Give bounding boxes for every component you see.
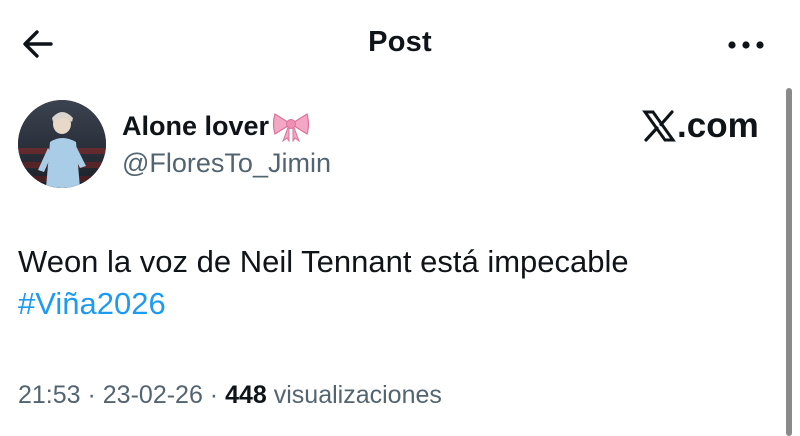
tweet-body: Weon la voz de Neil Tennant está impecab… — [18, 244, 629, 279]
hashtag-link[interactable]: #Viña2026 — [18, 286, 166, 321]
tweet-meta: 21:53 · 23-02-26 · 448 visualizaciones — [18, 381, 442, 410]
x-com-branding: .com — [642, 106, 759, 146]
more-options-button[interactable] — [722, 30, 770, 60]
x-logo-icon — [642, 110, 676, 142]
tweet-date[interactable]: 23-02-26 — [103, 381, 203, 409]
author-handle[interactable]: @FloresTo_Jimin — [122, 148, 331, 179]
ribbon-bow-icon — [271, 110, 311, 143]
views-label: visualizaciones — [273, 381, 442, 409]
page-title: Post — [368, 26, 432, 58]
more-horizontal-icon — [728, 41, 764, 49]
views-count: 448 — [225, 381, 267, 409]
avatar-photo — [18, 100, 106, 188]
x-com-text: .com — [677, 106, 759, 145]
scrollbar[interactable] — [786, 88, 792, 436]
tweet-time[interactable]: 21:53 — [18, 381, 81, 409]
meta-separator: · — [202, 381, 226, 409]
avatar[interactable] — [18, 100, 106, 188]
tweet-text: Weon la voz de Neil Tennant está impecab… — [18, 241, 778, 325]
author-name-row: Alone lover — [122, 110, 311, 143]
meta-separator: · — [80, 381, 103, 409]
author-display-name[interactable]: Alone lover — [122, 111, 269, 142]
top-bar: Post — [0, 0, 800, 88]
